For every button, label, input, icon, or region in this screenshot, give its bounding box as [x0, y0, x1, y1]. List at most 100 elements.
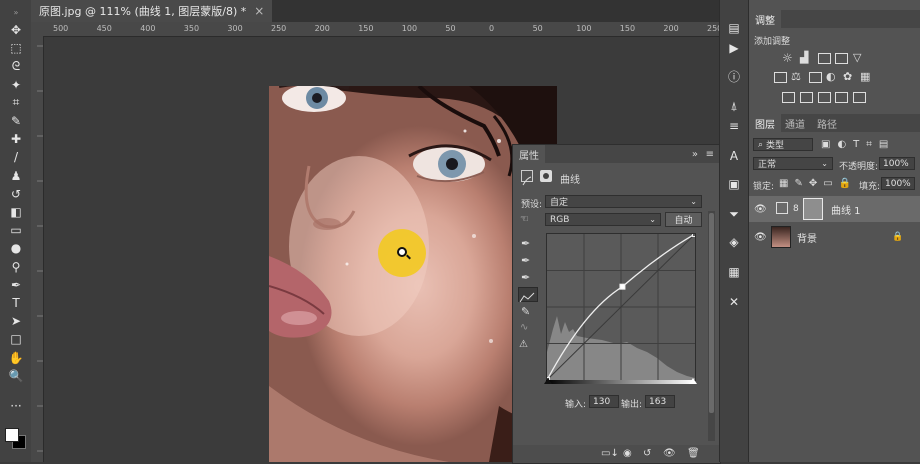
type-tool[interactable]: T	[6, 295, 26, 311]
mask-icon[interactable]	[540, 170, 552, 182]
smooth-curve-icon[interactable]: ∿	[520, 322, 528, 333]
edit-points-icon[interactable]	[518, 287, 538, 303]
visibility-eye-icon[interactable]: 👁	[754, 232, 767, 243]
photo-filter-icon[interactable]: ◐	[826, 70, 836, 83]
collapse-icon[interactable]: »	[692, 149, 698, 160]
view-previous-icon[interactable]: ◉	[623, 448, 632, 459]
history-brush-tool[interactable]: ↺	[6, 186, 26, 202]
close-icon[interactable]: ×	[254, 4, 264, 18]
gray-point-eyedropper-icon[interactable]: ✒	[521, 254, 530, 267]
tab-channels[interactable]: 通道	[779, 114, 811, 132]
delete-icon[interactable]: 🗑	[687, 448, 700, 459]
foreground-color-swatch[interactable]	[5, 428, 19, 442]
curve-control-point[interactable]	[619, 283, 626, 290]
layer-filter-icons[interactable]: ▣◐T⌗▤	[821, 139, 895, 150]
curve-graph[interactable]	[546, 233, 696, 381]
preset-select[interactable]: 自定 ⌄	[545, 195, 702, 208]
reset-icon[interactable]: ↺	[643, 448, 651, 459]
lock-options-icons[interactable]: ▦✎✥▭🔒	[779, 178, 857, 189]
crop-tool[interactable]: ⌗	[6, 95, 26, 111]
properties-tab[interactable]: 属性	[513, 145, 545, 163]
gradient-tool[interactable]: ▭	[6, 222, 26, 238]
vertical-ruler	[31, 36, 44, 462]
clone-stamp-tool[interactable]: ♟	[6, 168, 26, 184]
lasso-tool[interactable]: ᘓ	[6, 58, 26, 74]
fill-field[interactable]: 100%	[881, 177, 915, 190]
auto-button[interactable]: 自动	[665, 212, 702, 227]
output-value-field[interactable]: 163	[645, 395, 675, 408]
pen-tool[interactable]: ✒	[6, 277, 26, 293]
zoom-tool[interactable]: 🔍	[6, 368, 26, 384]
clip-to-layer-icon[interactable]: ▭↓	[601, 448, 619, 459]
adjustments-tabbar: 调整	[749, 10, 920, 28]
levels-icon[interactable]: ▟	[800, 51, 808, 64]
brush-tool[interactable]: /	[6, 149, 26, 165]
tab-layers[interactable]: 图层	[749, 114, 781, 132]
visibility-icon[interactable]: 👁	[663, 448, 676, 459]
color-lookup-icon[interactable]: ▦	[860, 70, 870, 83]
curves-icon[interactable]	[818, 53, 831, 64]
black-white-icon[interactable]	[809, 72, 822, 83]
path-selection-tool[interactable]: ➤	[6, 313, 26, 329]
dodge-tool[interactable]: ⚲	[6, 259, 26, 275]
black-point-eyedropper-icon[interactable]: ✒	[521, 237, 530, 250]
white-point-eyedropper-icon[interactable]: ✒	[521, 271, 530, 284]
properties-scrollbar[interactable]	[708, 211, 715, 441]
channel-select[interactable]: RGB ⌄	[545, 213, 661, 226]
document-tab[interactable]: 原图.jpg @ 111% (曲线 1, 图层蒙版/8) * ×	[31, 0, 273, 22]
eyedropper-tool[interactable]: ✎	[6, 113, 26, 129]
chevron-down-icon: ⌄	[690, 197, 697, 206]
pencil-draw-icon[interactable]: ✎	[521, 305, 530, 318]
visibility-eye-icon[interactable]: 👁	[754, 204, 767, 215]
layer-mask-thumbnail[interactable]	[803, 198, 823, 220]
info-icon[interactable]: ⓘ	[726, 68, 742, 84]
threshold-icon[interactable]	[818, 92, 831, 103]
move-tool[interactable]: ✥	[6, 22, 26, 38]
brush-settings-icon[interactable]: ≡	[726, 118, 742, 134]
more-tools-icon[interactable]: ···	[6, 398, 26, 414]
magic-wand-tool[interactable]: ✦	[6, 77, 26, 93]
white-slider-handle[interactable]	[689, 378, 697, 384]
eraser-tool[interactable]: ◧	[6, 204, 26, 220]
brush-preset-icon[interactable]: ⍋	[726, 98, 742, 114]
color-balance-icon[interactable]: ⚖	[791, 70, 801, 83]
hand-tool[interactable]: ✋	[6, 350, 26, 366]
input-value-field[interactable]: 130	[589, 395, 619, 408]
channel-mixer-icon[interactable]: ✿	[843, 70, 852, 83]
gradient-map-icon[interactable]	[853, 92, 866, 103]
healing-brush-tool[interactable]: ✚	[6, 131, 26, 147]
curve-control-point[interactable]	[692, 234, 696, 237]
clipping-warning-icon[interactable]: ⚠	[519, 339, 528, 350]
panel-menu-icon[interactable]: ≡	[706, 149, 714, 160]
actions-play-icon[interactable]: ▶	[726, 40, 742, 56]
invert-icon[interactable]	[782, 92, 795, 103]
blur-tool[interactable]: ●	[6, 240, 26, 256]
library-icon[interactable]: ▦	[726, 264, 742, 280]
history-icon[interactable]: ▤	[726, 20, 742, 36]
hue-saturation-icon[interactable]	[774, 72, 787, 83]
layer-filter-select[interactable]: ⌕ 类型	[753, 138, 813, 151]
on-image-adjust-icon[interactable]: ☜	[520, 214, 534, 226]
color-swatch-icon[interactable]: ◈	[726, 234, 742, 250]
lock-label: 锁定:	[753, 182, 775, 192]
character-icon[interactable]: A	[726, 148, 742, 164]
posterize-icon[interactable]	[800, 92, 813, 103]
layer-row-background[interactable]: 👁 背景 🔒	[749, 224, 920, 250]
opacity-field[interactable]: 100%	[879, 157, 915, 170]
selective-color-icon[interactable]	[835, 92, 848, 103]
tools-crossed-icon[interactable]: ✕	[726, 294, 742, 310]
adjustments-tab[interactable]: 调整	[749, 10, 781, 28]
black-slider-handle[interactable]	[544, 378, 552, 384]
brightness-contrast-icon[interactable]: ☼	[782, 51, 793, 65]
toolbar-grip[interactable]: »	[6, 4, 26, 20]
tab-paths[interactable]: 路径	[811, 114, 843, 132]
vibrance-icon[interactable]: ▽	[853, 51, 861, 64]
tool-presets-icon[interactable]: ⏷	[726, 206, 742, 222]
paragraph-icon[interactable]: ▣	[726, 176, 742, 192]
ruler-tick-label: 150	[619, 24, 636, 33]
exposure-icon[interactable]	[835, 53, 848, 64]
blend-mode-select[interactable]: 正常 ⌄	[753, 157, 833, 170]
layer-row-curves[interactable]: 👁 8 曲线 1	[749, 196, 920, 222]
rectangle-tool[interactable]: □	[6, 331, 26, 347]
marquee-tool[interactable]: ⬚	[6, 40, 26, 56]
